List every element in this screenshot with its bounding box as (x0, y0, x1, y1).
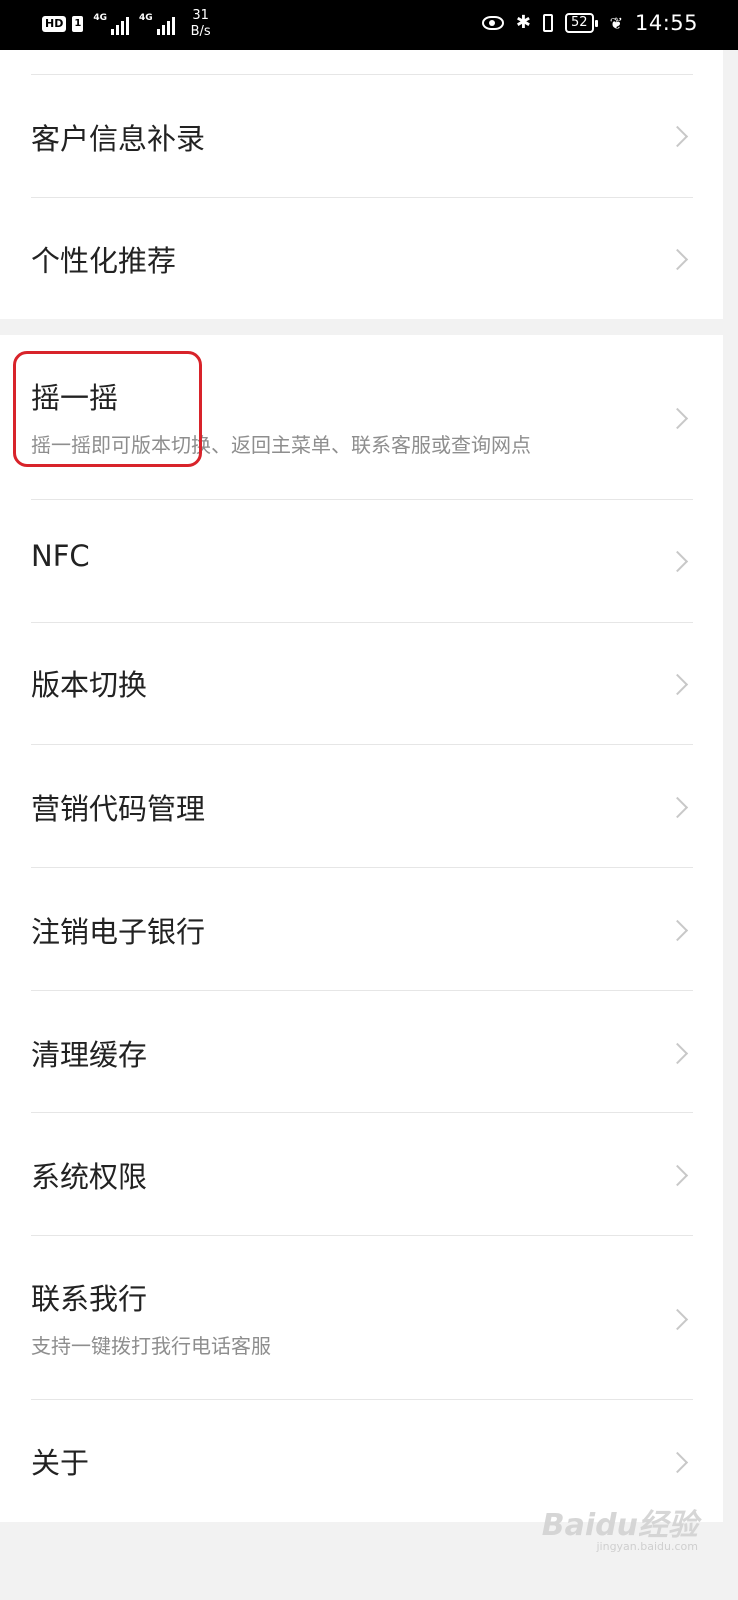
settings-item-cancel-ebanking[interactable]: 注销电子银行 (0, 868, 723, 990)
settings-item-personalized-recommendation[interactable]: 个性化推荐 (0, 198, 723, 319)
settings-item-title: 联系我行 (31, 1282, 148, 1316)
settings-item-title: 营销代码管理 (31, 792, 206, 826)
settings-item-subtitle: 支持一键拨打我行电话客服 (31, 1334, 271, 1358)
clock: 14:55 (634, 11, 698, 35)
settings-item-contact-us[interactable]: 联系我行 支持一键拨打我行电话客服 (0, 1236, 723, 1400)
signal-strength-icon-2: 4G (139, 13, 175, 35)
chevron-right-icon (666, 407, 689, 430)
power-saving-leaf-icon: ❦ (609, 13, 623, 33)
settings-item-title: 清理缓存 (31, 1038, 148, 1072)
chevron-right-icon (666, 550, 689, 573)
settings-item-title: 注销电子银行 (31, 915, 206, 949)
settings-group-1: 客户信息补录 个性化推荐 (0, 50, 723, 319)
chevron-right-icon (666, 1164, 689, 1187)
battery-icon: 52 (565, 13, 598, 33)
settings-item-marketing-code[interactable]: 营销代码管理 (0, 745, 723, 867)
hd-voice-icon: HD (42, 16, 67, 32)
sim-indicator: 1 (72, 16, 84, 32)
chevron-right-icon (666, 673, 689, 696)
settings-item-clear-cache[interactable]: 清理缓存 (0, 991, 723, 1113)
highlight-annotation (13, 351, 202, 467)
settings-item-title: NFC (31, 539, 90, 573)
network-speed: 31 B/s (191, 8, 211, 40)
status-bar-left: HD 1 4G 4G 31 B/s (42, 8, 211, 40)
settings-group-2: 摇一摇 摇一摇即可版本切换、返回主菜单、联系客服或查询网点 NFC 版本切换 营… (0, 335, 723, 1522)
vibrate-icon (543, 14, 554, 32)
settings-item-title: 个性化推荐 (31, 244, 177, 278)
network-type-label-2: 4G (138, 13, 153, 23)
settings-item-title: 客户信息补录 (31, 122, 206, 156)
signal-strength-icon: 4G (93, 13, 129, 35)
chevron-right-icon (666, 1042, 689, 1065)
settings-item-system-permissions[interactable]: 系统权限 (0, 1113, 723, 1235)
settings-item-customer-info[interactable]: 客户信息补录 (0, 75, 723, 197)
watermark-url: jingyan.baidu.com (596, 1540, 698, 1553)
chevron-right-icon (666, 248, 689, 271)
settings-item-nfc[interactable]: NFC (0, 500, 723, 622)
settings-item-title: 关于 (31, 1446, 90, 1480)
network-speed-value: 31 (192, 8, 209, 23)
watermark-logo: Baidu经验 (541, 1508, 698, 1543)
status-bar-right: ✱ 52 ❦ 14:55 (481, 11, 698, 35)
network-speed-unit: B/s (190, 24, 211, 39)
chevron-right-icon (666, 796, 689, 819)
chevron-right-icon (666, 919, 689, 942)
chevron-right-icon (666, 125, 689, 148)
status-bar: HD 1 4G 4G 31 B/s ✱ 52 ❦ 14:55 (0, 0, 738, 50)
settings-item-title: 版本切换 (31, 668, 148, 702)
settings-item-title: 系统权限 (31, 1160, 148, 1194)
bluetooth-icon: ✱ (515, 12, 532, 33)
settings-item-version-switch[interactable]: 版本切换 (0, 623, 723, 745)
eye-comfort-icon (481, 16, 504, 30)
chevron-right-icon (666, 1308, 689, 1331)
network-type-label: 4G (93, 13, 107, 23)
chevron-right-icon (666, 1451, 689, 1474)
